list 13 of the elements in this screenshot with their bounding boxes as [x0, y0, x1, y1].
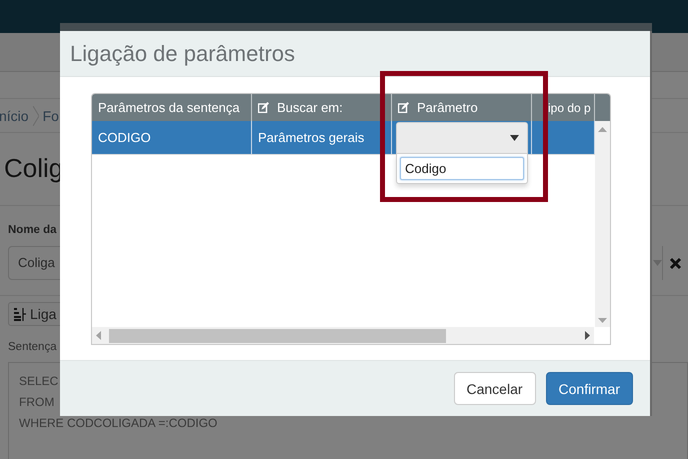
code-line: SELEC [19, 373, 58, 390]
confirm-button[interactable]: Confirmar [546, 372, 633, 405]
dialog-title: Ligação de parâmetros [70, 40, 296, 66]
field-label: Nome da [7, 223, 57, 238]
field-label: Sentença [7, 340, 57, 355]
cancel-button[interactable]: Cancelar [454, 372, 536, 405]
search-field[interactable]: Codigo [400, 157, 524, 180]
code-line: FROM [19, 394, 54, 411]
code-line: WHERE CODCOLIGADA =:CODIGO [19, 415, 218, 432]
breadcrumb-link[interactable]: Fo [42, 108, 59, 124]
table-cell: CODIGO [98, 130, 151, 145]
table-cell: Parâmetros gerais [258, 130, 364, 145]
breadcrumb-link[interactable]: nício [0, 108, 29, 124]
